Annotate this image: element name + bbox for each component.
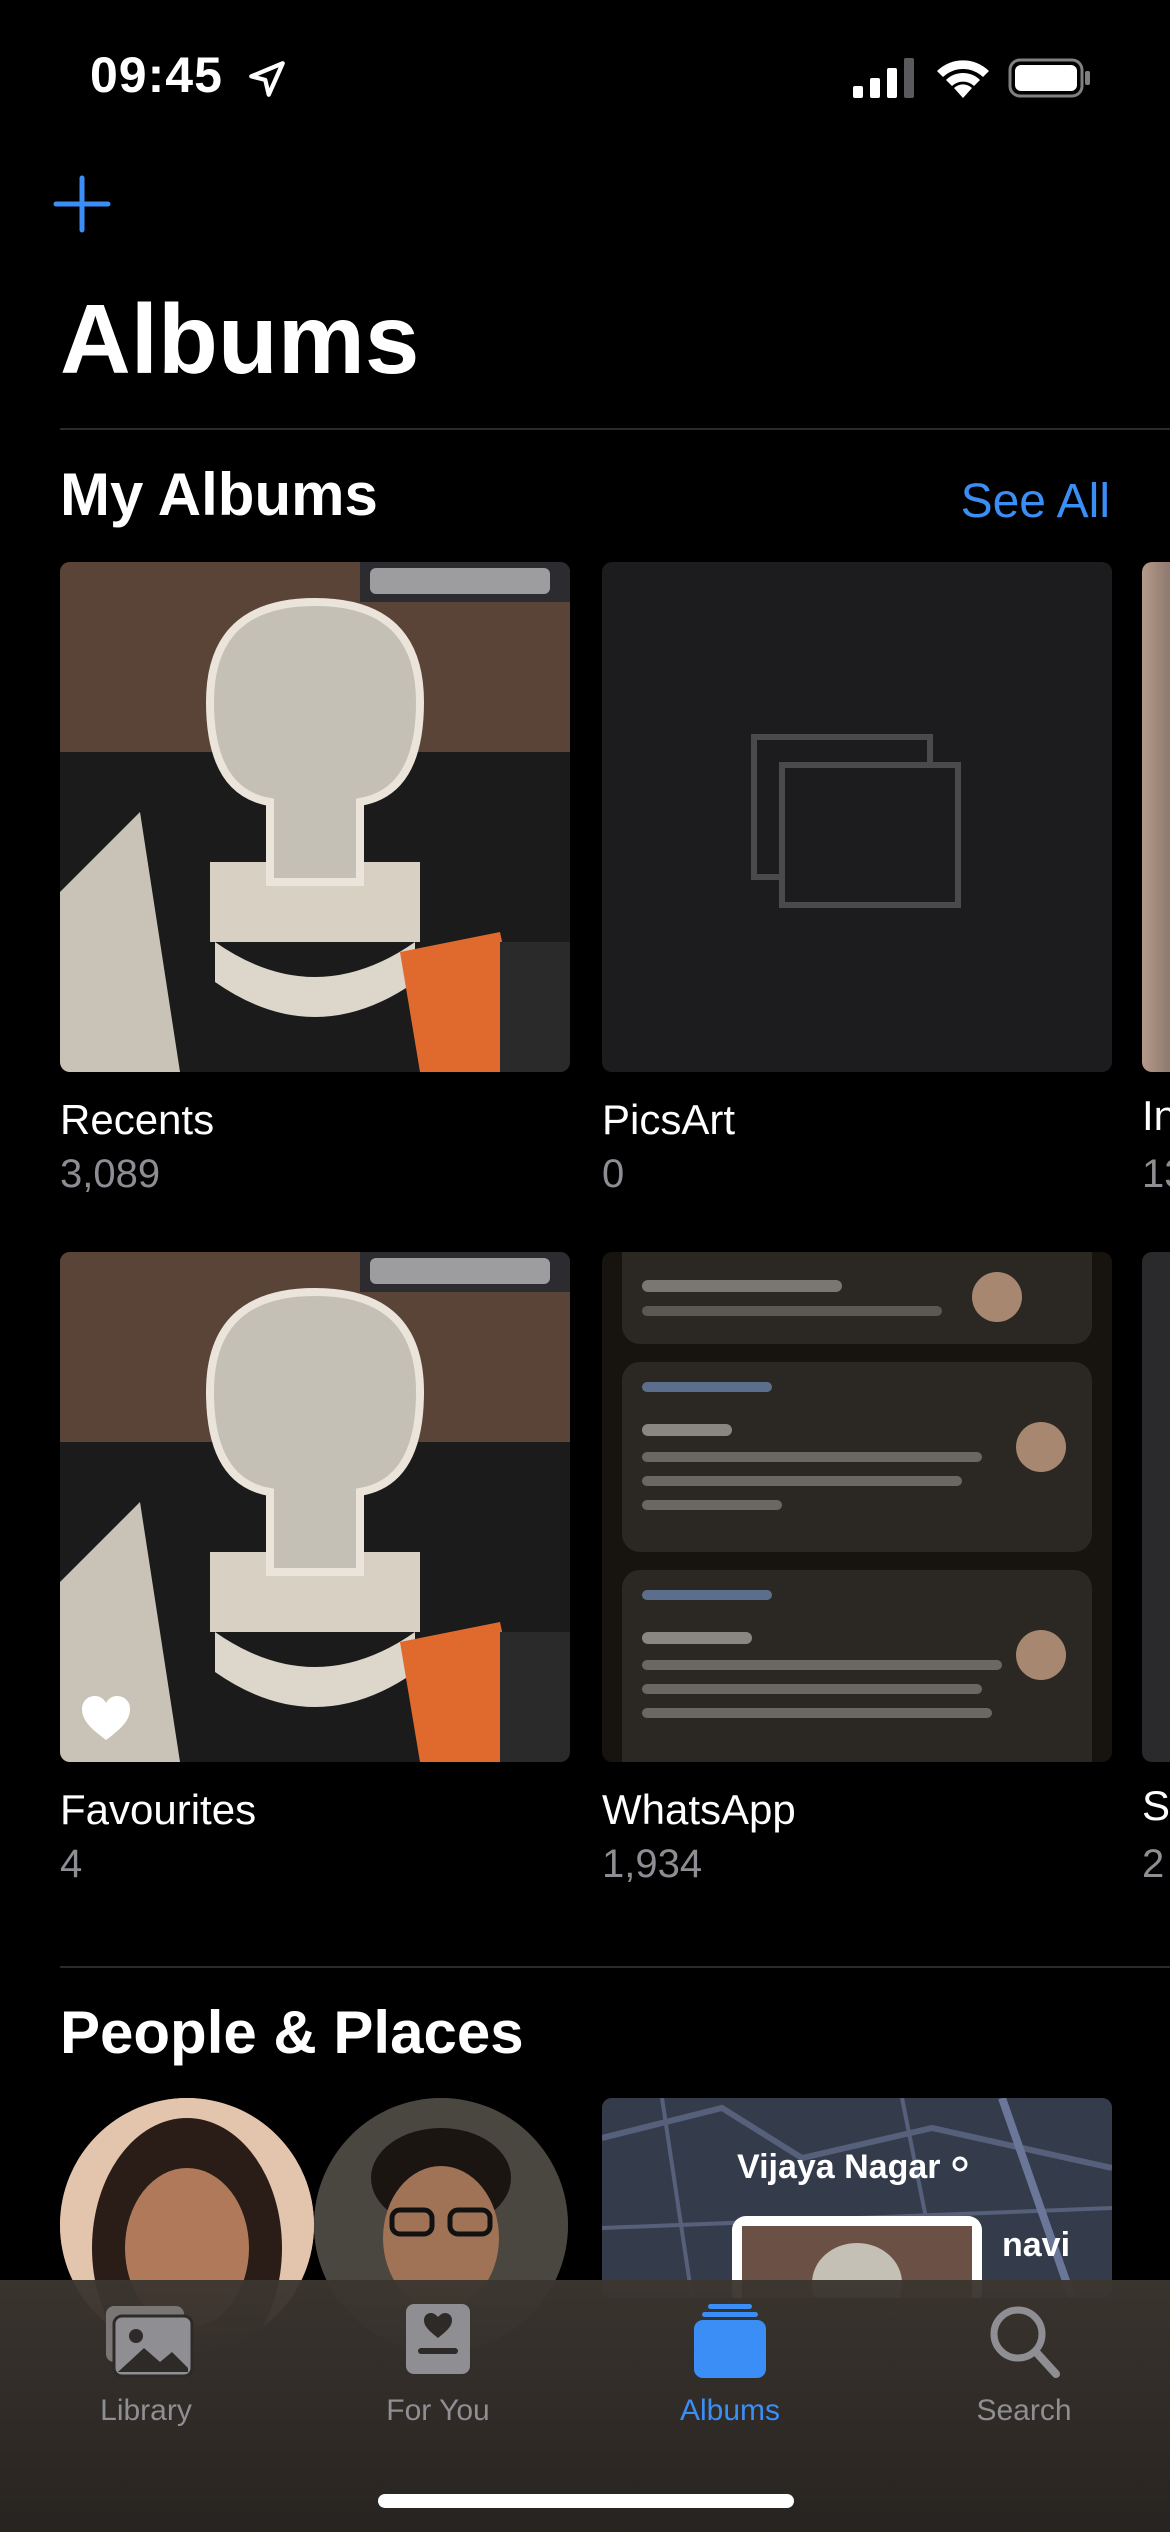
album-thumbnail-empty xyxy=(602,562,1112,1072)
cellular-signal-icon xyxy=(853,58,914,98)
album-thumbnail xyxy=(60,1252,570,1762)
album-name: WhatsApp xyxy=(602,1786,796,1833)
album-name: Recents xyxy=(60,1096,215,1143)
album-picsart[interactable]: PicsArt 0 xyxy=(602,562,1112,1197)
status-time: 09:45 xyxy=(90,47,223,103)
my-albums-heading: My Albums xyxy=(60,461,378,528)
album-name: Favourites xyxy=(60,1786,257,1833)
search-icon xyxy=(990,2306,1060,2378)
status-bar: 09:45 xyxy=(0,0,1170,150)
album-peek-count: 2 xyxy=(1142,1842,1165,1886)
photo-library-icon xyxy=(106,2306,194,2378)
tab-library[interactable]: Library xyxy=(36,2302,256,2428)
section-divider xyxy=(60,1966,1170,1968)
album-recents[interactable]: Recents 3,089 xyxy=(60,562,570,1197)
album-count: 3,089 xyxy=(60,1152,161,1196)
album-peek-thumbnail[interactable] xyxy=(1142,562,1170,1072)
map-place-label: navi xyxy=(1002,2226,1071,2264)
empty-album-icon xyxy=(751,734,961,908)
battery-icon xyxy=(1008,58,1090,98)
photos-albums-screen: 09:45 Albums My Albums See All Recents 3… xyxy=(0,0,1170,2532)
phone-stand-photo xyxy=(60,1252,570,1762)
tab-label: Search xyxy=(976,2394,1072,2427)
tab-label: For You xyxy=(386,2394,490,2427)
albums-icon xyxy=(694,2304,766,2378)
tab-label: Library xyxy=(100,2394,192,2427)
add-album-button[interactable] xyxy=(50,172,114,236)
album-whatsapp[interactable]: WhatsApp 1,934 xyxy=(602,1252,1112,1887)
notification-card xyxy=(622,1362,1092,1552)
album-peek-count: 13 xyxy=(1142,1152,1170,1196)
tab-label: Albums xyxy=(679,2394,781,2427)
album-peek-name: In xyxy=(1142,1092,1170,1139)
see-all-link[interactable]: See All xyxy=(961,474,1110,529)
album-peek-thumbnail[interactable] xyxy=(1142,1252,1170,1762)
phone-stand-photo xyxy=(60,562,570,1072)
location-arrow-icon xyxy=(249,61,285,97)
album-count: 1,934 xyxy=(602,1842,703,1886)
map-place-label: Vijaya Nagar xyxy=(737,2148,941,2186)
for-you-icon xyxy=(406,2304,470,2374)
home-indicator[interactable] xyxy=(378,2494,794,2508)
album-name: PicsArt xyxy=(602,1096,736,1143)
tab-for-you[interactable]: For You xyxy=(328,2302,548,2428)
album-favourites[interactable]: Favourites 4 xyxy=(60,1252,570,1887)
album-thumbnail xyxy=(60,562,570,1072)
notification-card xyxy=(622,1570,1092,1762)
places-map[interactable]: Vijaya Nagar navi xyxy=(602,2098,1112,2298)
people-places-heading: People & Places xyxy=(60,1999,524,2066)
heart-icon xyxy=(82,1696,130,1740)
tab-search[interactable]: Search xyxy=(914,2302,1134,2428)
wifi-icon xyxy=(937,60,989,98)
album-count: 4 xyxy=(60,1842,83,1886)
album-count: 0 xyxy=(602,1152,625,1196)
map-image xyxy=(602,2098,1112,2298)
notification-card xyxy=(622,1252,1092,1344)
tab-albums[interactable]: Albums xyxy=(620,2302,840,2428)
album-thumbnail xyxy=(602,1252,1112,1762)
page-title: Albums xyxy=(60,284,420,394)
album-peek-name: S xyxy=(1142,1782,1170,1829)
title-divider xyxy=(60,428,1170,430)
